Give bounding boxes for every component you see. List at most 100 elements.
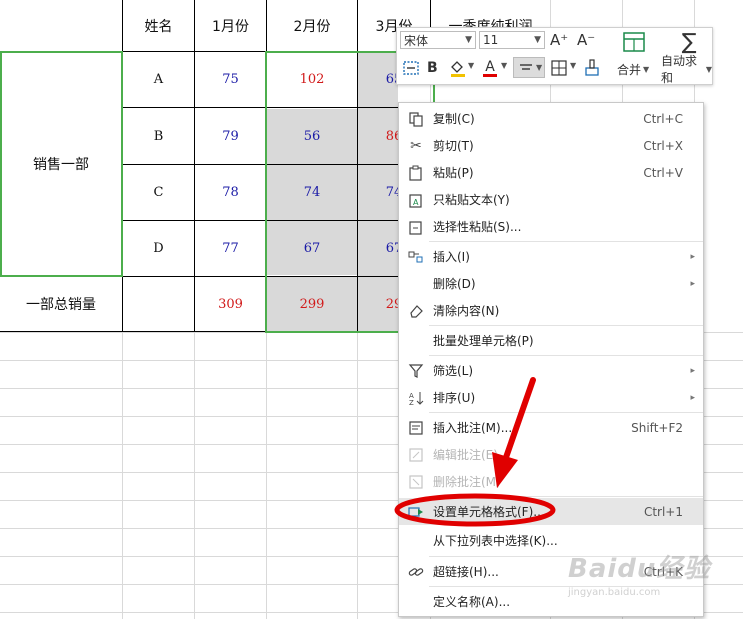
menu-item-copy[interactable]: 复制(C) Ctrl+C bbox=[399, 105, 703, 132]
align-center-icon[interactable]: ▼ bbox=[513, 57, 545, 78]
menu-item-label: 删除批注(M) bbox=[433, 475, 501, 489]
total-label[interactable]: 一部总销量 bbox=[0, 277, 122, 331]
paste-special-icon bbox=[407, 218, 425, 236]
insert-icon bbox=[407, 248, 425, 266]
cell-jan[interactable]: 78 bbox=[195, 165, 266, 220]
chevron-down-icon[interactable]: ▼ bbox=[468, 61, 474, 70]
menu-item-format-cells[interactable]: 设置单元格格式(F)... Ctrl+1 bbox=[399, 498, 703, 525]
menu-item-batch-cells[interactable]: 批量处理单元格(P) bbox=[399, 327, 703, 354]
total-jan[interactable]: 309 bbox=[195, 277, 266, 331]
copy-icon bbox=[407, 110, 425, 128]
menu-item-edit-comment: 编辑批注(E)... bbox=[399, 441, 703, 468]
menu-item-paste-special[interactable]: 选择性粘贴(S)... bbox=[399, 213, 703, 240]
mini-toolbar: 宋体 ▼ 11 ▼ A⁺ A⁻ B ▼ A ▼ ▼ ▼ 合并 ▼ ∑ 自动求和 … bbox=[396, 27, 713, 85]
menu-item-paste[interactable]: 粘贴(P) Ctrl+V bbox=[399, 159, 703, 186]
total-feb[interactable]: 299 bbox=[267, 277, 357, 331]
cell-jan[interactable]: 79 bbox=[195, 108, 266, 164]
cell-feb[interactable]: 74 bbox=[267, 165, 357, 220]
menu-item-shortcut: Ctrl+C bbox=[643, 111, 683, 126]
fill-color-icon[interactable] bbox=[448, 58, 468, 78]
menu-item-label: 插入(I) bbox=[433, 250, 470, 264]
cell-name[interactable]: D bbox=[123, 221, 194, 276]
menu-item-label: 剪切(T) bbox=[433, 139, 474, 153]
delete-comment-icon bbox=[407, 473, 425, 491]
cell-name[interactable]: B bbox=[123, 108, 194, 164]
menu-item-label: 清除内容(N) bbox=[433, 304, 500, 318]
font-name-dropdown[interactable]: 宋体 ▼ bbox=[400, 31, 476, 49]
menu-item-label: 插入批注(M)... bbox=[433, 421, 513, 435]
menu-item-insert-comment[interactable]: 插入批注(M)... Shift+F2 bbox=[399, 414, 703, 441]
chevron-down-icon[interactable]: ▼ bbox=[570, 61, 576, 70]
header-name[interactable]: 姓名 bbox=[123, 0, 194, 51]
group-label[interactable]: 销售一部 bbox=[0, 52, 122, 276]
chevron-down-icon[interactable]: ▼ bbox=[501, 61, 507, 70]
menu-item-shortcut: Ctrl+X bbox=[643, 138, 683, 153]
menu-item-label: 复制(C) bbox=[433, 112, 475, 126]
merge-button[interactable]: 合并 ▼ bbox=[617, 62, 650, 77]
cell-jan[interactable]: 75 bbox=[195, 52, 266, 107]
autosum-button[interactable]: 自动求和 ▼ bbox=[661, 54, 712, 85]
cell-name[interactable]: A bbox=[123, 52, 194, 107]
menu-item-clear-contents[interactable]: 清除内容(N) bbox=[399, 297, 703, 324]
submenu-arrow-icon: ▸ bbox=[690, 251, 695, 262]
paste-text-icon: A bbox=[407, 191, 425, 209]
menu-item-filter[interactable]: 筛选(L) ▸ bbox=[399, 357, 703, 384]
chevron-down-icon: ▼ bbox=[643, 64, 650, 74]
svg-text:Z: Z bbox=[409, 399, 414, 406]
watermark-url: jingyan.baidu.com bbox=[568, 587, 661, 598]
menu-item-label: 只粘贴文本(Y) bbox=[433, 193, 510, 207]
menu-item-paste-text[interactable]: A 只粘贴文本(Y) bbox=[399, 186, 703, 213]
menu-item-label: 设置单元格格式(F)... bbox=[433, 505, 545, 519]
font-name-value: 宋体 bbox=[404, 33, 429, 48]
menu-item-shortcut: Ctrl+V bbox=[643, 165, 683, 180]
menu-item-label: 排序(U) bbox=[433, 391, 476, 405]
svg-text:A: A bbox=[413, 198, 419, 207]
hyperlink-icon bbox=[407, 563, 425, 581]
merge-cells-icon[interactable] bbox=[622, 31, 646, 53]
borders-icon[interactable] bbox=[550, 59, 568, 77]
submenu-arrow-icon: ▸ bbox=[690, 365, 695, 376]
menu-item-cut[interactable]: ✂ 剪切(T) Ctrl+X bbox=[399, 132, 703, 159]
font-color-button[interactable]: A bbox=[482, 57, 498, 79]
menu-item-insert[interactable]: 插入(I) ▸ bbox=[399, 243, 703, 270]
format-painter-icon[interactable] bbox=[583, 58, 601, 78]
submenu-arrow-icon: ▸ bbox=[690, 392, 695, 403]
cell-jan[interactable]: 77 bbox=[195, 221, 266, 276]
format-cells-icon bbox=[407, 503, 425, 521]
font-size-dropdown[interactable]: 11 ▼ bbox=[479, 31, 545, 49]
menu-item-label: 粘贴(P) bbox=[433, 166, 474, 180]
merge-label: 合并 bbox=[617, 62, 642, 77]
menu-item-label: 筛选(L) bbox=[433, 364, 474, 378]
submenu-arrow-icon: ▸ bbox=[690, 278, 695, 289]
cell-name[interactable]: C bbox=[123, 165, 194, 220]
menu-item-label: 删除(D) bbox=[433, 277, 476, 291]
menu-item-delete[interactable]: 删除(D) ▸ bbox=[399, 270, 703, 297]
autosum-label: 自动求和 bbox=[661, 54, 698, 85]
cell-feb[interactable]: 102 bbox=[267, 52, 357, 107]
watermark-brand: Baidu经验 bbox=[568, 554, 711, 584]
menu-item-delete-comment: 删除批注(M) bbox=[399, 468, 703, 495]
menu-item-label: 选择性粘贴(S)... bbox=[433, 220, 522, 234]
wrap-text-icon[interactable] bbox=[402, 59, 420, 77]
grow-font-button[interactable]: A⁺ bbox=[550, 30, 570, 50]
header-feb[interactable]: 2月份 bbox=[267, 0, 357, 51]
insert-comment-icon bbox=[407, 419, 425, 437]
menu-item-sort[interactable]: AZ 排序(U) ▸ bbox=[399, 384, 703, 411]
context-menu: 复制(C) Ctrl+C ✂ 剪切(T) Ctrl+X 粘贴(P) Ctrl+V… bbox=[398, 102, 704, 617]
menu-item-label: 批量处理单元格(P) bbox=[433, 334, 534, 348]
menu-item-shortcut: Ctrl+1 bbox=[643, 504, 683, 519]
scissors-icon: ✂ bbox=[410, 137, 422, 154]
header-jan[interactable]: 1月份 bbox=[195, 0, 266, 51]
bold-button[interactable]: B bbox=[427, 59, 443, 77]
eraser-icon bbox=[407, 302, 425, 320]
cell-feb[interactable]: 67 bbox=[267, 221, 357, 276]
chevron-down-icon: ▼ bbox=[534, 35, 541, 45]
font-color-letter: A bbox=[485, 58, 495, 75]
chevron-down-icon: ▼ bbox=[465, 35, 472, 45]
edit-comment-icon bbox=[407, 446, 425, 464]
menu-item-shortcut: Shift+F2 bbox=[631, 420, 683, 435]
shrink-font-button[interactable]: A⁻ bbox=[577, 30, 597, 50]
font-color-swatch bbox=[483, 73, 497, 77]
cell-feb[interactable]: 56 bbox=[267, 108, 357, 164]
paste-icon bbox=[407, 164, 425, 182]
